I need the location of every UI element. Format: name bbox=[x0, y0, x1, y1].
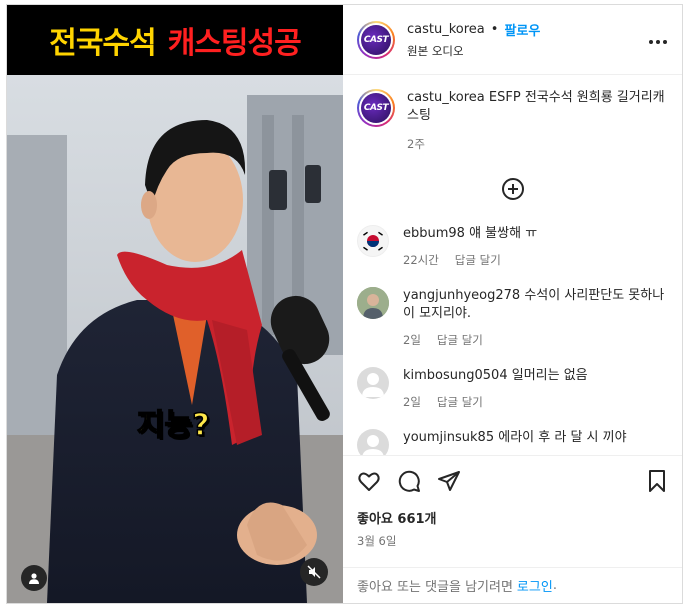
caption-avatar-logo: CAST bbox=[361, 93, 391, 123]
author-avatar[interactable]: CAST bbox=[357, 20, 395, 59]
follow-button[interactable]: 팔로우 bbox=[504, 20, 540, 39]
author-avatar-logo: CAST bbox=[361, 24, 391, 55]
comment-text: 얘 불쌍해 ㅠ bbox=[469, 226, 538, 241]
comment-button[interactable] bbox=[397, 469, 421, 497]
load-more-comments-button[interactable] bbox=[357, 177, 668, 201]
video-frame bbox=[7, 75, 343, 603]
login-prompt-bar: 좋아요 또는 댓글을 남기려면 로그인. bbox=[343, 567, 682, 603]
comment-username[interactable]: ebbum98 bbox=[403, 226, 465, 241]
original-audio-link[interactable]: 원본 오디오 bbox=[407, 43, 648, 59]
post-media[interactable]: 전국수석 캐스팅성공 지능? bbox=[7, 5, 343, 603]
comment-username[interactable]: youmjinsuk85 bbox=[403, 430, 494, 445]
comment-avatar[interactable] bbox=[357, 287, 389, 319]
more-options-button[interactable] bbox=[648, 29, 668, 50]
caption-time: 2주 bbox=[407, 137, 425, 151]
video-title-banner: 전국수석 캐스팅성공 bbox=[7, 5, 343, 75]
caption-username[interactable]: castu_korea bbox=[407, 90, 485, 105]
caption-author-avatar[interactable]: CAST bbox=[357, 89, 395, 127]
author-username[interactable]: castu_korea bbox=[407, 22, 485, 37]
bookmark-icon bbox=[649, 470, 665, 492]
mute-button[interactable] bbox=[300, 558, 328, 586]
video-subtitle: 지능? bbox=[136, 407, 210, 444]
post-date: 3월 6일 bbox=[357, 534, 397, 548]
post-actions: 좋아요 661개 3월 6일 bbox=[343, 455, 682, 567]
login-prompt-end: . bbox=[552, 578, 557, 593]
comment-text: 에라이 후 라 달 시 끼야 bbox=[498, 430, 627, 445]
banner-text-left: 전국수석 bbox=[49, 26, 156, 61]
likes-count[interactable]: 좋아요 661개 bbox=[357, 508, 668, 527]
comment-time: 2일 bbox=[403, 333, 421, 347]
comment-avatar[interactable] bbox=[357, 225, 389, 257]
default-avatar-icon bbox=[362, 373, 384, 397]
plus-circle-icon bbox=[501, 178, 524, 200]
login-link[interactable]: 로그인 bbox=[517, 576, 553, 595]
save-button[interactable] bbox=[646, 469, 668, 497]
comments-scroll-area[interactable]: CAST castu_korea ESFP 전국수석 원희룡 길거리캐스팅 2주 bbox=[343, 75, 682, 455]
speaker-muted-icon bbox=[307, 565, 321, 579]
reply-button[interactable]: 답글 달기 bbox=[455, 251, 501, 269]
separator-dot: • bbox=[490, 22, 499, 37]
comment-time: 22시간 bbox=[403, 253, 439, 267]
reply-button[interactable]: 답글 달기 bbox=[437, 331, 483, 349]
tagged-users-button[interactable] bbox=[21, 565, 47, 591]
login-prompt-text: 좋아요 또는 댓글을 남기려면 bbox=[357, 580, 513, 595]
user-icon bbox=[29, 573, 39, 584]
post-side-panel: CAST castu_korea • 팔로우 원본 오디오 CAST castu… bbox=[343, 5, 682, 603]
comment-username[interactable]: yangjunhyeog278 bbox=[403, 288, 520, 303]
comment-bubble-icon bbox=[398, 470, 420, 492]
like-button[interactable] bbox=[357, 469, 381, 497]
more-horizontal-icon bbox=[649, 40, 667, 44]
comment-time: 2일 bbox=[403, 395, 421, 409]
paper-plane-icon bbox=[438, 471, 460, 491]
comment-text: 일머리는 없음 bbox=[511, 368, 588, 383]
banner-text-right: 캐스팅성공 bbox=[167, 26, 302, 61]
default-avatar-icon bbox=[362, 435, 384, 455]
comment-avatar[interactable] bbox=[357, 367, 389, 399]
comment-username[interactable]: kimbosung0504 bbox=[403, 368, 508, 383]
reply-button[interactable]: 답글 달기 bbox=[437, 393, 483, 411]
comment-item: kimbosung0504 일머리는 없음 2일 답글 달기 bbox=[357, 367, 668, 411]
post-header: CAST castu_korea • 팔로우 원본 오디오 bbox=[343, 5, 682, 75]
comment-avatar[interactable] bbox=[357, 429, 389, 455]
post-dialog: 전국수석 캐스팅성공 지능? CAST castu_korea • 팔로우 원본… bbox=[6, 4, 683, 604]
comment-item: ebbum98 얘 불쌍해 ㅠ 22시간 답글 달기 bbox=[357, 225, 668, 269]
comment-item: yangjunhyeog278 수석이 사리판단도 못하나 이 모지리야. 2일… bbox=[357, 287, 668, 349]
heart-icon bbox=[358, 472, 380, 491]
profile-photo-icon bbox=[357, 287, 389, 319]
post-caption: CAST castu_korea ESFP 전국수석 원희룡 길거리캐스팅 2주 bbox=[357, 89, 668, 153]
comment-item: youmjinsuk85 에라이 후 라 달 시 끼야 bbox=[357, 429, 668, 455]
korean-flag-icon bbox=[363, 231, 383, 251]
share-button[interactable] bbox=[437, 469, 461, 497]
